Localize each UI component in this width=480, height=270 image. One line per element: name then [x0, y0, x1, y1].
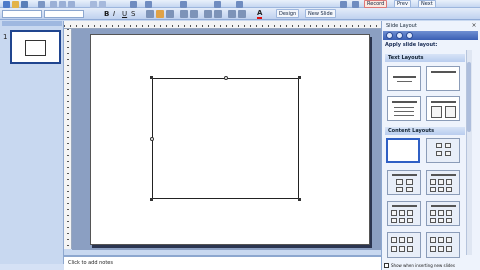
open-icon[interactable] [12, 1, 19, 8]
notes-pane[interactable]: Click to add notes [64, 255, 381, 270]
numbering-icon[interactable] [180, 10, 188, 18]
section-content-layouts: Content Layouts [385, 127, 465, 135]
resize-handle-left[interactable] [150, 137, 154, 141]
shadow-button[interactable]: S [131, 9, 135, 19]
slide-number: 1 [3, 33, 8, 41]
layout-title-content[interactable] [387, 170, 421, 195]
font-name-select[interactable] [2, 10, 42, 18]
layout-title-content-over[interactable] [387, 201, 421, 226]
status-bar [0, 264, 64, 270]
layout-two-column-text[interactable] [426, 96, 460, 121]
chart-icon[interactable] [130, 1, 137, 8]
task-pane-title[interactable]: Slide Layout [383, 22, 478, 30]
resize-handle-bottom-left[interactable] [150, 198, 153, 201]
formatting-toolbar: B I U S A Design New Slide [0, 8, 480, 20]
resize-handle-top-right[interactable] [298, 76, 301, 79]
show-on-insert-label: Show when inserting new slides [391, 263, 455, 268]
apply-layout-label: Apply slide layout: [385, 42, 438, 48]
record-button[interactable]: Record [364, 0, 388, 8]
color-grayscale-icon[interactable] [214, 1, 221, 8]
font-size-select[interactable] [44, 10, 84, 18]
scrollbar-thumb[interactable] [467, 62, 471, 132]
next-button[interactable]: Next [418, 0, 436, 8]
underline-button[interactable]: U [122, 9, 127, 19]
decrease-indent-icon[interactable] [228, 10, 236, 18]
align-left-icon[interactable] [146, 10, 154, 18]
new-icon[interactable] [3, 1, 10, 8]
cut-icon[interactable] [50, 1, 57, 8]
align-right-icon[interactable] [166, 10, 174, 18]
layout-title-text[interactable] [387, 96, 421, 121]
section-text-layouts: Text Layouts [385, 54, 465, 62]
layout-content-over-content[interactable] [387, 232, 421, 258]
new-slide-button[interactable]: New Slide [305, 9, 336, 18]
task-pane-nav [383, 31, 478, 40]
italic-button[interactable]: I [113, 9, 115, 19]
vertical-ruler [64, 29, 72, 249]
thumbnail-placeholder [25, 40, 46, 56]
increase-font-icon[interactable] [204, 10, 212, 18]
layout-title-slide[interactable] [387, 66, 421, 91]
layout-title-only[interactable] [426, 66, 460, 91]
close-icon[interactable]: × [470, 22, 478, 30]
research-icon[interactable] [340, 1, 347, 8]
design-button[interactable]: Design [276, 9, 300, 18]
show-on-insert-checkbox[interactable] [384, 263, 389, 268]
layout-title-four-content[interactable] [426, 201, 460, 226]
help-icon[interactable] [236, 1, 243, 8]
layout-two-content-over[interactable] [426, 232, 460, 258]
notes-placeholder: Click to add notes [68, 260, 113, 266]
decrease-font-icon[interactable] [214, 10, 222, 18]
content-placeholder[interactable] [150, 76, 301, 201]
redo-icon[interactable] [99, 1, 106, 8]
undo-icon[interactable] [90, 1, 97, 8]
print-icon[interactable] [38, 1, 45, 8]
increase-indent-icon[interactable] [238, 10, 246, 18]
copy-icon[interactable] [59, 1, 66, 8]
expand-icon[interactable] [352, 1, 359, 8]
prev-label: Prev [397, 1, 408, 7]
back-icon[interactable] [386, 32, 393, 39]
table-icon[interactable] [145, 1, 152, 8]
layout-title-two-content[interactable] [426, 170, 460, 195]
next-label: Next [421, 1, 433, 7]
save-icon[interactable] [21, 1, 28, 8]
horizontal-ruler [64, 21, 381, 29]
design-label: Design [279, 11, 297, 17]
new-slide-label: New Slide [308, 11, 333, 17]
align-center-icon[interactable] [156, 10, 164, 18]
resize-handle-bottom-right[interactable] [298, 198, 301, 201]
bullets-icon[interactable] [190, 10, 198, 18]
record-label: Record [367, 1, 385, 7]
bold-button[interactable]: B [104, 9, 109, 19]
forward-icon[interactable] [396, 32, 403, 39]
layout-content[interactable] [426, 138, 460, 163]
prev-button[interactable]: Prev [394, 0, 411, 8]
layout-blank[interactable] [386, 138, 420, 163]
standard-toolbar: Record Prev Next [0, 0, 480, 8]
home-icon[interactable] [406, 32, 413, 39]
resize-handle-top[interactable] [224, 76, 228, 80]
slides-tab[interactable] [2, 21, 62, 26]
resize-handle-top-left[interactable] [150, 76, 153, 79]
paste-icon[interactable] [68, 1, 75, 8]
font-color-button[interactable]: A [257, 9, 263, 19]
zoom-icon[interactable] [180, 1, 187, 8]
